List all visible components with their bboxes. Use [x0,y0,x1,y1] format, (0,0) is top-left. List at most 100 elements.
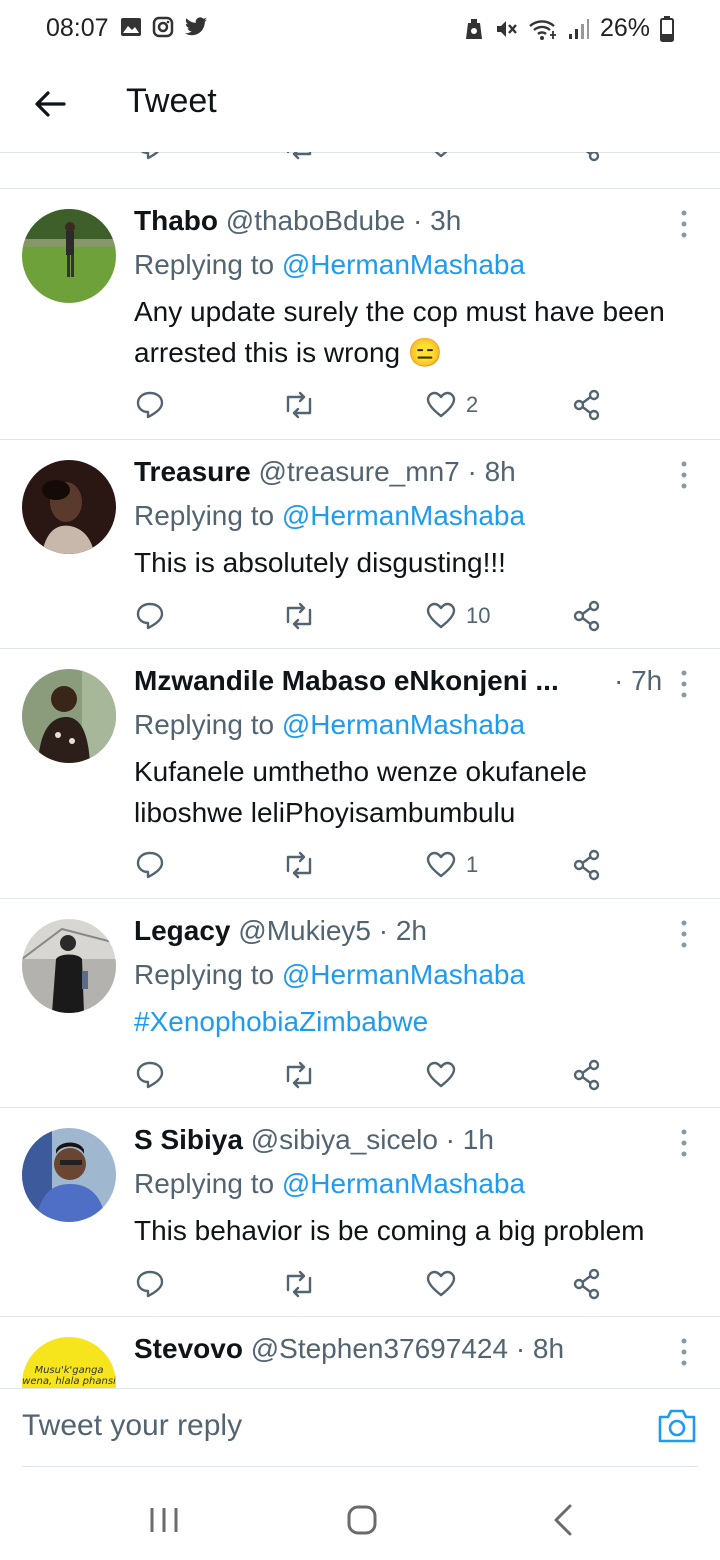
display-name[interactable]: Thabo [134,205,218,236]
back-icon[interactable] [544,1500,584,1540]
tweet-reply-input[interactable]: Tweet your reply [22,1409,582,1443]
tweet-mzwandile[interactable]: Mzwandile Mabaso eNkonjeni ... · 7h Repl… [0,649,720,899]
hashtag-link[interactable]: #XenophobiaZimbabwe [134,1001,704,1042]
retweet-icon[interactable] [282,152,316,162]
tweet-thabo[interactable]: Thabo @thaboBdube · 3h Replying to @Herm… [0,189,720,439]
user-handle[interactable]: @sibiya_sicelo [251,1124,438,1155]
share-icon[interactable] [572,389,602,421]
display-name[interactable]: Mzwandile Mabaso eNkonjeni ... [134,665,559,696]
share-action[interactable] [572,596,602,636]
avatar[interactable] [22,1128,116,1222]
share-icon[interactable] [572,1059,602,1091]
retweet-action[interactable] [282,1055,316,1095]
tweet-header: Treasure @treasure_mn7 · 8h [134,456,516,488]
reply-action[interactable] [134,1055,166,1095]
heart-icon[interactable] [426,601,456,631]
more-options-icon[interactable] [676,669,692,699]
share-icon[interactable] [572,600,602,632]
retweet-icon[interactable] [282,849,316,881]
tweet-treasure[interactable]: Treasure @treasure_mn7 · 8h Replying to … [0,440,720,648]
retweet-icon[interactable] [282,1059,316,1091]
battery-icon [660,15,674,42]
user-handle[interactable]: @Mukiey5 [238,915,371,946]
like-action[interactable]: 10 [426,596,490,636]
reply-icon[interactable] [134,849,166,881]
user-handle[interactable]: @thaboBdube [226,205,405,236]
recents-icon[interactable] [144,1500,184,1540]
retweet-action[interactable] [282,1264,316,1304]
heart-icon[interactable] [426,850,456,880]
heart-icon[interactable] [426,390,456,420]
display-name[interactable]: Stevovo [134,1333,243,1364]
share-action[interactable] [572,1264,602,1304]
tweet-time: · 2h [378,915,427,946]
avatar[interactable] [22,460,116,554]
like-action[interactable] [426,1264,466,1304]
reply-icon[interactable] [134,1268,166,1300]
battery-percent: 26% [599,14,650,42]
mention-link[interactable]: @HermanMashaba [282,249,525,280]
more-options-icon[interactable] [676,919,692,949]
replying-to: Replying to @HermanMashaba [134,249,525,281]
share-action[interactable] [572,1055,602,1095]
like-action[interactable]: 1 [426,845,478,885]
like-action[interactable]: 10 [426,152,490,160]
tweet-stevovo[interactable]: Musu'k'ganga wena, hlala phansi Stevovo … [0,1317,720,1388]
reply-feed[interactable]: 10 Thabo @thaboBdube · 3h Replying to @H… [0,152,720,1388]
retweet-icon[interactable] [282,389,316,421]
like-action[interactable]: 2 [426,385,478,425]
tweet-actions: 10 [0,596,720,636]
avatar[interactable] [22,919,116,1013]
avatar-caption-line-2: wena, hlala phansi [22,1376,116,1387]
avatar[interactable] [22,209,116,303]
replying-to-label: Replying to [134,1168,282,1199]
retweet-icon[interactable] [282,600,316,632]
mention-link[interactable]: @HermanMashaba [282,959,525,990]
display-name[interactable]: S Sibiya [134,1124,243,1155]
share-icon[interactable] [572,152,602,162]
reply-icon[interactable] [134,152,166,162]
heart-icon[interactable] [426,1060,456,1090]
reply-action[interactable] [134,596,166,636]
share-icon[interactable] [572,849,602,881]
tweet-s-sibiya[interactable]: S Sibiya @sibiya_sicelo · 1h Replying to… [0,1108,720,1316]
page-title: Tweet [126,82,217,120]
tweet-actions [0,1055,720,1095]
retweet-icon[interactable] [282,1268,316,1300]
tweet-header: Stevovo @Stephen37697424 · 8h [134,1333,564,1365]
share-action[interactable] [572,385,602,425]
reply-action[interactable] [134,1264,166,1304]
like-action[interactable] [426,1055,466,1095]
instagram-icon [152,16,174,38]
avatar[interactable]: Musu'k'ganga wena, hlala phansi [22,1337,116,1388]
display-name[interactable]: Treasure [134,456,251,487]
more-options-icon[interactable] [676,209,692,239]
retweet-action[interactable] [282,596,316,636]
user-handle[interactable]: @treasure_mn7 [259,456,460,487]
share-action[interactable] [572,845,602,885]
tweet-legacy[interactable]: Legacy @Mukiey5 · 2h Replying to @Herman… [0,899,720,1107]
display-name[interactable]: Legacy [134,915,231,946]
mention-link[interactable]: @HermanMashaba [282,500,525,531]
mention-link[interactable]: @HermanMashaba [282,1168,525,1199]
retweet-action[interactable] [282,385,316,425]
arrow-left-icon[interactable] [30,84,70,124]
reply-icon[interactable] [134,1059,166,1091]
retweet-action[interactable] [282,845,316,885]
app-header: Tweet [0,58,720,152]
more-options-icon[interactable] [676,460,692,490]
reply-icon[interactable] [134,600,166,632]
reply-action[interactable] [134,845,166,885]
more-options-icon[interactable] [676,1337,692,1367]
user-handle[interactable]: @Stephen37697424 [251,1333,508,1364]
more-options-icon[interactable] [676,1128,692,1158]
camera-icon[interactable] [656,1405,698,1447]
heart-icon[interactable] [426,1269,456,1299]
heart-icon[interactable] [426,152,456,160]
reply-icon[interactable] [134,389,166,421]
home-icon[interactable] [342,1500,382,1540]
reply-action[interactable] [134,385,166,425]
avatar[interactable] [22,669,116,763]
share-icon[interactable] [572,1268,602,1300]
mention-link[interactable]: @HermanMashaba [282,709,525,740]
